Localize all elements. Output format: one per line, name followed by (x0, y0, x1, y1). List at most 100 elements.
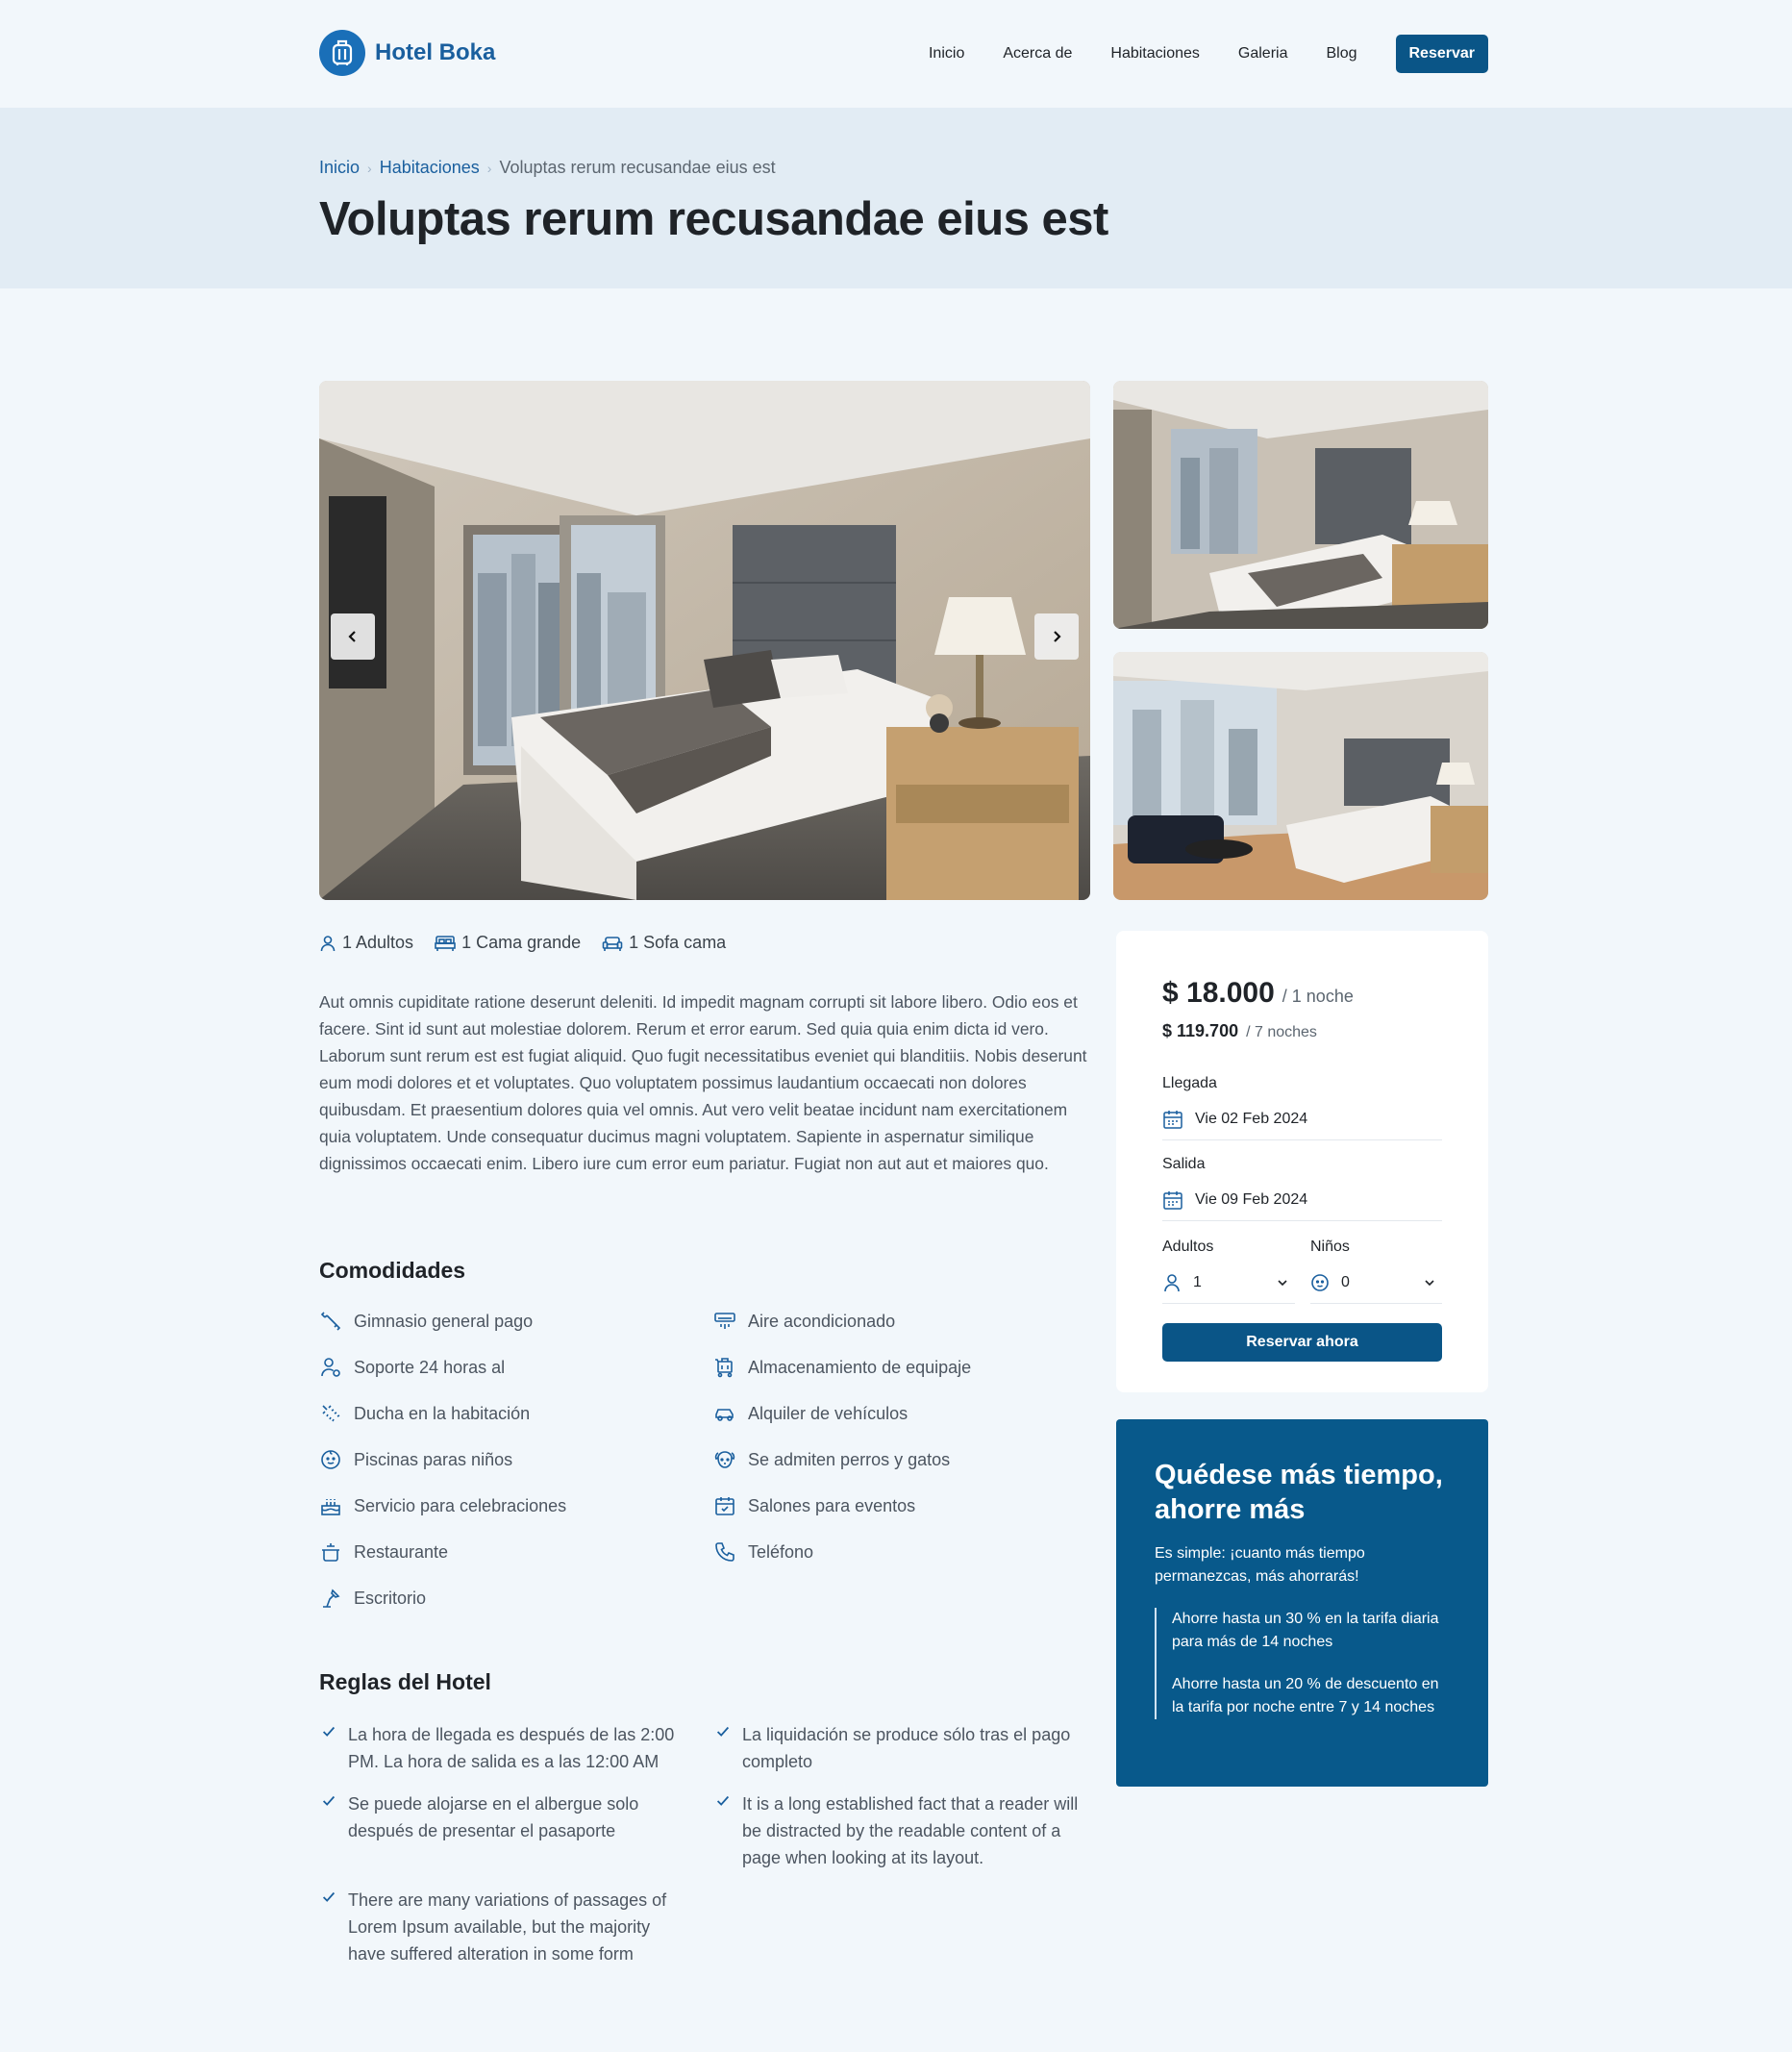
promo-item: Ahorre hasta un 20 % de descuento en la … (1172, 1676, 1439, 1715)
air-conditioner-icon (714, 1313, 735, 1329)
room-photo-thumbnail[interactable] (1113, 381, 1488, 629)
amenity-label: Piscinas paras niños (354, 1449, 513, 1469)
check-icon (322, 1795, 336, 1806)
main-room-photo (319, 381, 1090, 900)
page-header-band: Inicio › Habitaciones › Voluptas rerum r… (0, 108, 1792, 288)
capacity-bed-label: 1 Cama grande (461, 933, 582, 952)
children-value: 0 (1341, 1273, 1350, 1290)
promo-card: Quédese más tiempo, ahorre más Es simple… (1116, 1419, 1488, 1787)
desk-lamp-icon (323, 1589, 340, 1608)
chevron-down-icon (1425, 1279, 1434, 1286)
chevron-down-icon (1278, 1279, 1287, 1286)
site-header: Hotel Boka Inicio Acerca de Habitaciones… (0, 0, 1792, 108)
check-icon (322, 1891, 336, 1902)
amenity-label: Alquiler de vehículos (748, 1403, 908, 1423)
breadcrumb-section[interactable]: Habitaciones (380, 158, 480, 178)
amenity-label: Escritorio (354, 1588, 427, 1608)
rule-item: There are many variations of passages of… (319, 1887, 684, 1967)
check-icon (716, 1795, 730, 1806)
nav-link-acerca[interactable]: Acerca de (1003, 45, 1072, 63)
gallery-next-button[interactable] (1034, 613, 1079, 660)
gallery-prev-button[interactable] (331, 613, 375, 660)
amenity-label: Ducha en la habitación (354, 1403, 531, 1423)
nav-link-inicio[interactable]: Inicio (929, 45, 964, 63)
rule-text: La hora de llegada es después de las 2:0… (348, 1725, 675, 1771)
room-photo-thumbnail[interactable] (1113, 652, 1488, 900)
promo-list: Ahorre hasta un 30 % en la tarifa diaria… (1155, 1608, 1443, 1719)
total-value: $ 119.700 (1162, 1021, 1239, 1040)
brand-name: Hotel Boka (375, 39, 496, 65)
bed-icon (435, 935, 456, 951)
checkout-field[interactable]: Vie 09 Feb 2024 (1162, 1179, 1442, 1221)
checkin-field[interactable]: Vie 02 Feb 2024 (1162, 1098, 1442, 1140)
children-label: Niños (1310, 1239, 1350, 1255)
rule-text: There are many variations of passages of… (348, 1890, 667, 1964)
breadcrumb-separator: › (486, 160, 492, 176)
cooking-pot-icon (322, 1543, 339, 1562)
price-total: $ 119.700 / 7 noches (1162, 1021, 1317, 1041)
luggage-cart-icon (715, 1358, 733, 1378)
amenity-label: Restaurante (354, 1541, 449, 1562)
car-icon (715, 1409, 734, 1421)
reserve-button[interactable]: Reservar (1395, 35, 1488, 73)
checkout-value: Vie 09 Feb 2024 (1195, 1190, 1308, 1208)
booking-card: $ 18.000 / 1 noche $ 119.700 / 7 noches … (1116, 931, 1488, 1392)
rule-text: Se puede alojarse en el albergue solo de… (348, 1794, 639, 1840)
amenity-label: Teléfono (748, 1541, 814, 1562)
children-select[interactable]: 0 (1310, 1262, 1442, 1304)
amenity-label: Almacenamiento de equipaje (748, 1357, 972, 1377)
checkin-label: Llegada (1162, 1075, 1217, 1091)
rule-text: La liquidación se produce sólo tras el p… (742, 1725, 1071, 1771)
amenity-item: Salones para eventos (713, 1494, 915, 1517)
amenity-label: Se admiten perros y gatos (748, 1449, 951, 1469)
nav-link-habitaciones[interactable]: Habitaciones (1110, 45, 1200, 63)
checkin-value: Vie 02 Feb 2024 (1195, 1110, 1308, 1127)
book-now-button[interactable]: Reservar ahora (1162, 1323, 1442, 1362)
pet-icon (714, 1451, 735, 1468)
amenity-item: Piscinas paras niños (319, 1448, 512, 1471)
rule-text: It is a long established fact that a rea… (742, 1794, 1079, 1867)
amenity-item: Restaurante (319, 1540, 448, 1564)
calendar-icon (1163, 1190, 1182, 1210)
amenity-label: Salones para eventos (748, 1495, 916, 1515)
brand-logo[interactable]: Hotel Boka (319, 30, 495, 76)
price-value: $ 18.000 (1162, 977, 1275, 1009)
nav-link-blog[interactable]: Blog (1326, 45, 1356, 63)
rule-item: La liquidación se produce sólo tras el p… (713, 1721, 1090, 1775)
amenity-item: Gimnasio general pago (319, 1310, 533, 1333)
breadcrumb: Inicio › Habitaciones › Voluptas rerum r… (319, 158, 776, 178)
breadcrumb-current: Voluptas rerum recusandae eius est (499, 158, 776, 177)
shower-icon (322, 1405, 340, 1422)
amenity-item: Soporte 24 horas al (319, 1356, 505, 1379)
adults-select[interactable]: 1 (1162, 1262, 1295, 1304)
page-title: Voluptas rerum recusandae eius est (319, 193, 1108, 245)
amenity-label: Aire acondicionado (748, 1311, 896, 1331)
check-icon (716, 1726, 730, 1737)
calendar-icon (1163, 1110, 1182, 1129)
capacity-adults: 1 Adultos (319, 933, 413, 953)
promo-title: Quédese más tiempo, ahorre más (1155, 1460, 1443, 1525)
amenity-item: Servicio para celebraciones (319, 1494, 566, 1517)
rules-heading: Reglas del Hotel (319, 1669, 491, 1694)
amenity-item: Escritorio (319, 1587, 426, 1610)
capacity-bed: 1 Cama grande (435, 933, 581, 953)
nav-link-galeria[interactable]: Galeria (1238, 45, 1288, 63)
amenity-item: Aire acondicionado (713, 1310, 895, 1333)
amenity-label: Gimnasio general pago (354, 1311, 534, 1331)
luggage-icon (319, 30, 365, 76)
checkout-label: Salida (1162, 1156, 1206, 1172)
cake-icon (321, 1499, 340, 1515)
promo-text: Es simple: ¡cuanto más tiempo permanezca… (1155, 1545, 1365, 1585)
calendar-event-icon (715, 1497, 734, 1515)
breadcrumb-home[interactable]: Inicio (319, 158, 360, 178)
sofa-icon (602, 936, 623, 951)
baby-face-icon (321, 1450, 340, 1469)
amenity-item: Se admiten perros y gatos (713, 1448, 950, 1471)
baby-face-icon (1311, 1273, 1329, 1291)
amenity-label: Servicio para celebraciones (354, 1495, 567, 1515)
main-nav: Inicio Acerca de Habitaciones Galeria Bl… (890, 35, 1488, 73)
capacity-sofa: 1 Sofa cama (602, 933, 726, 953)
capacity-sofa-label: 1 Sofa cama (629, 933, 727, 952)
adults-label: Adultos (1162, 1239, 1214, 1255)
rule-item: La hora de llegada es después de las 2:0… (319, 1721, 684, 1775)
